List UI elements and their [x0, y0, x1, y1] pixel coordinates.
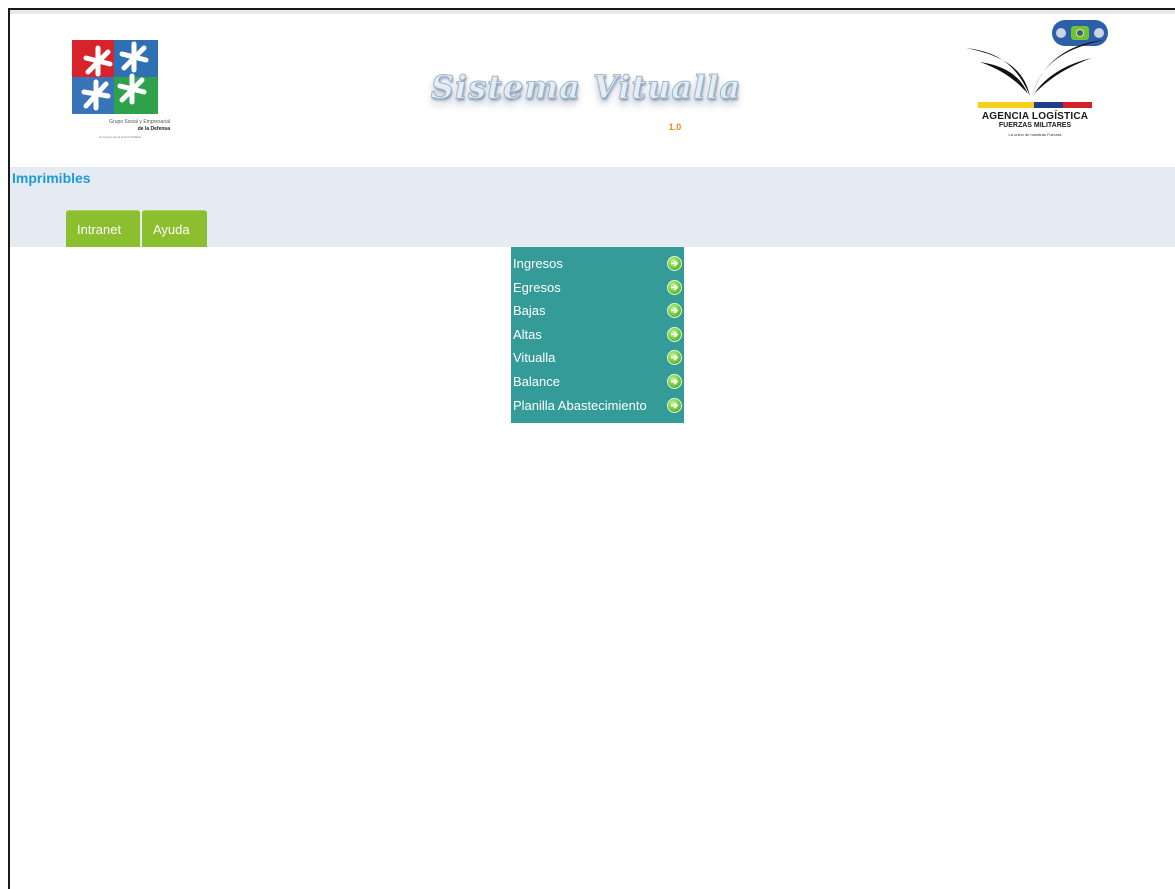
menu-item-label: Vitualla — [513, 350, 556, 366]
arrow-right-icon — [667, 279, 682, 295]
menu-item-label: Egresos — [513, 279, 561, 295]
wings-icon — [966, 40, 1104, 96]
grupo-social-logo: Grupo Social y Empresarial de la Defensa… — [70, 40, 170, 150]
menu-item-altas[interactable]: Altas — [511, 323, 684, 347]
arrow-right-icon — [667, 303, 682, 319]
menu-item-label: Ingresos — [513, 256, 563, 271]
arrow-right-icon — [667, 373, 682, 389]
menu-item-label: Balance — [513, 373, 560, 389]
app-version: 1.0 — [668, 122, 682, 132]
arrow-right-icon — [667, 256, 682, 271]
arrow-right-icon — [667, 326, 682, 342]
logo-caption: Grupo Social y Empresarial — [109, 119, 170, 125]
arrow-right-icon — [667, 350, 682, 366]
agency-tagline: La unión de nuestras Fuerzas — [1008, 132, 1062, 137]
printables-menu: Ingresos Egresos Bajas Altas Vitualla Ba… — [511, 247, 684, 423]
menu-item-ingresos[interactable]: Ingresos — [511, 252, 684, 276]
section-title: Imprimibles — [12, 170, 91, 186]
menu-item-bajas[interactable]: Bajas — [511, 299, 684, 323]
logo-caption: Al servicio de la Fuerza Pública — [99, 135, 141, 139]
top-border — [10, 10, 1175, 14]
tab-intranet[interactable]: Intranet — [66, 210, 140, 247]
menu-item-label: Altas — [513, 326, 542, 342]
menu-item-planilla-abastecimiento[interactable]: Planilla Abastecimiento — [511, 394, 684, 418]
app-title: Sistema Vitualla — [430, 68, 742, 107]
menu-item-label: Planilla Abastecimiento — [513, 397, 647, 413]
menu-item-balance[interactable]: Balance — [511, 370, 684, 394]
tab-ayuda[interactable]: Ayuda — [142, 210, 207, 247]
asterisk-figures-icon — [81, 41, 149, 111]
menu-item-vitualla[interactable]: Vitualla — [511, 346, 684, 370]
page-frame: Grupo Social y Empresarial de la Defensa… — [8, 8, 1175, 889]
agency-name: AGENCIA LOGÍSTICA — [981, 111, 1089, 122]
agencia-logistica-logo: AGENCIA LOGÍSTICA FUERZAS MILITARES La u… — [958, 18, 1108, 150]
tab-bar: Intranet Ayuda — [66, 210, 207, 247]
colombia-flag-stripe — [978, 102, 1092, 108]
menu-item-label: Bajas — [513, 303, 546, 319]
arrow-right-icon — [667, 397, 682, 413]
menu-item-egresos[interactable]: Egresos — [511, 276, 684, 300]
logo-caption: de la Defensa — [137, 126, 170, 132]
agency-subname: FUERZAS MILITARES — [998, 122, 1072, 129]
